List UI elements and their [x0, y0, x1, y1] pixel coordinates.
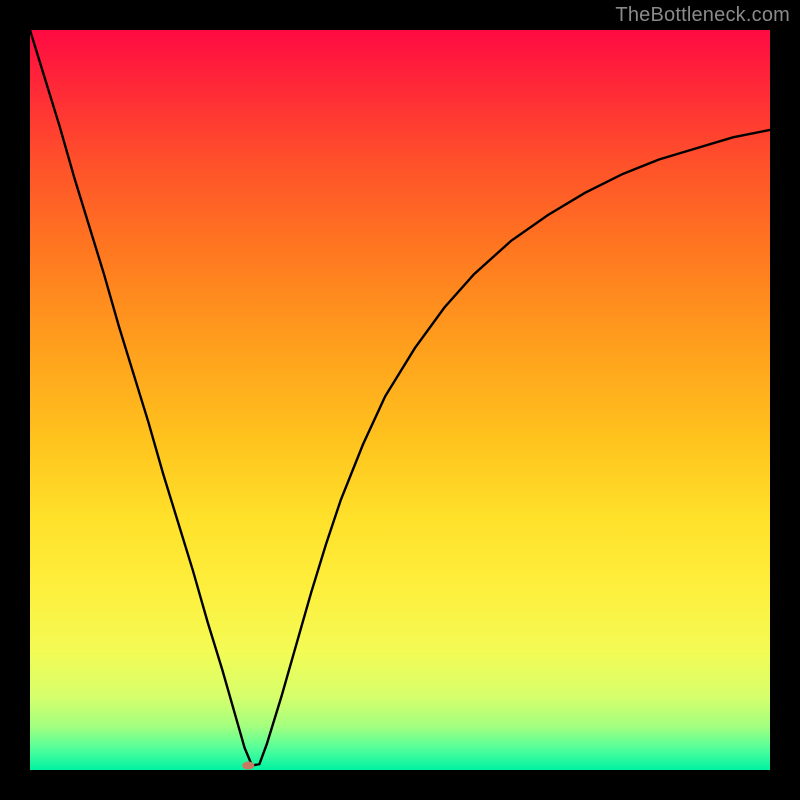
bottleneck-curve: [30, 30, 770, 766]
chart-frame: TheBottleneck.com: [0, 0, 800, 800]
watermark-text: TheBottleneck.com: [615, 4, 790, 27]
curve-svg: [30, 30, 770, 770]
plot-area: [30, 30, 770, 770]
optimal-marker: [242, 762, 254, 770]
